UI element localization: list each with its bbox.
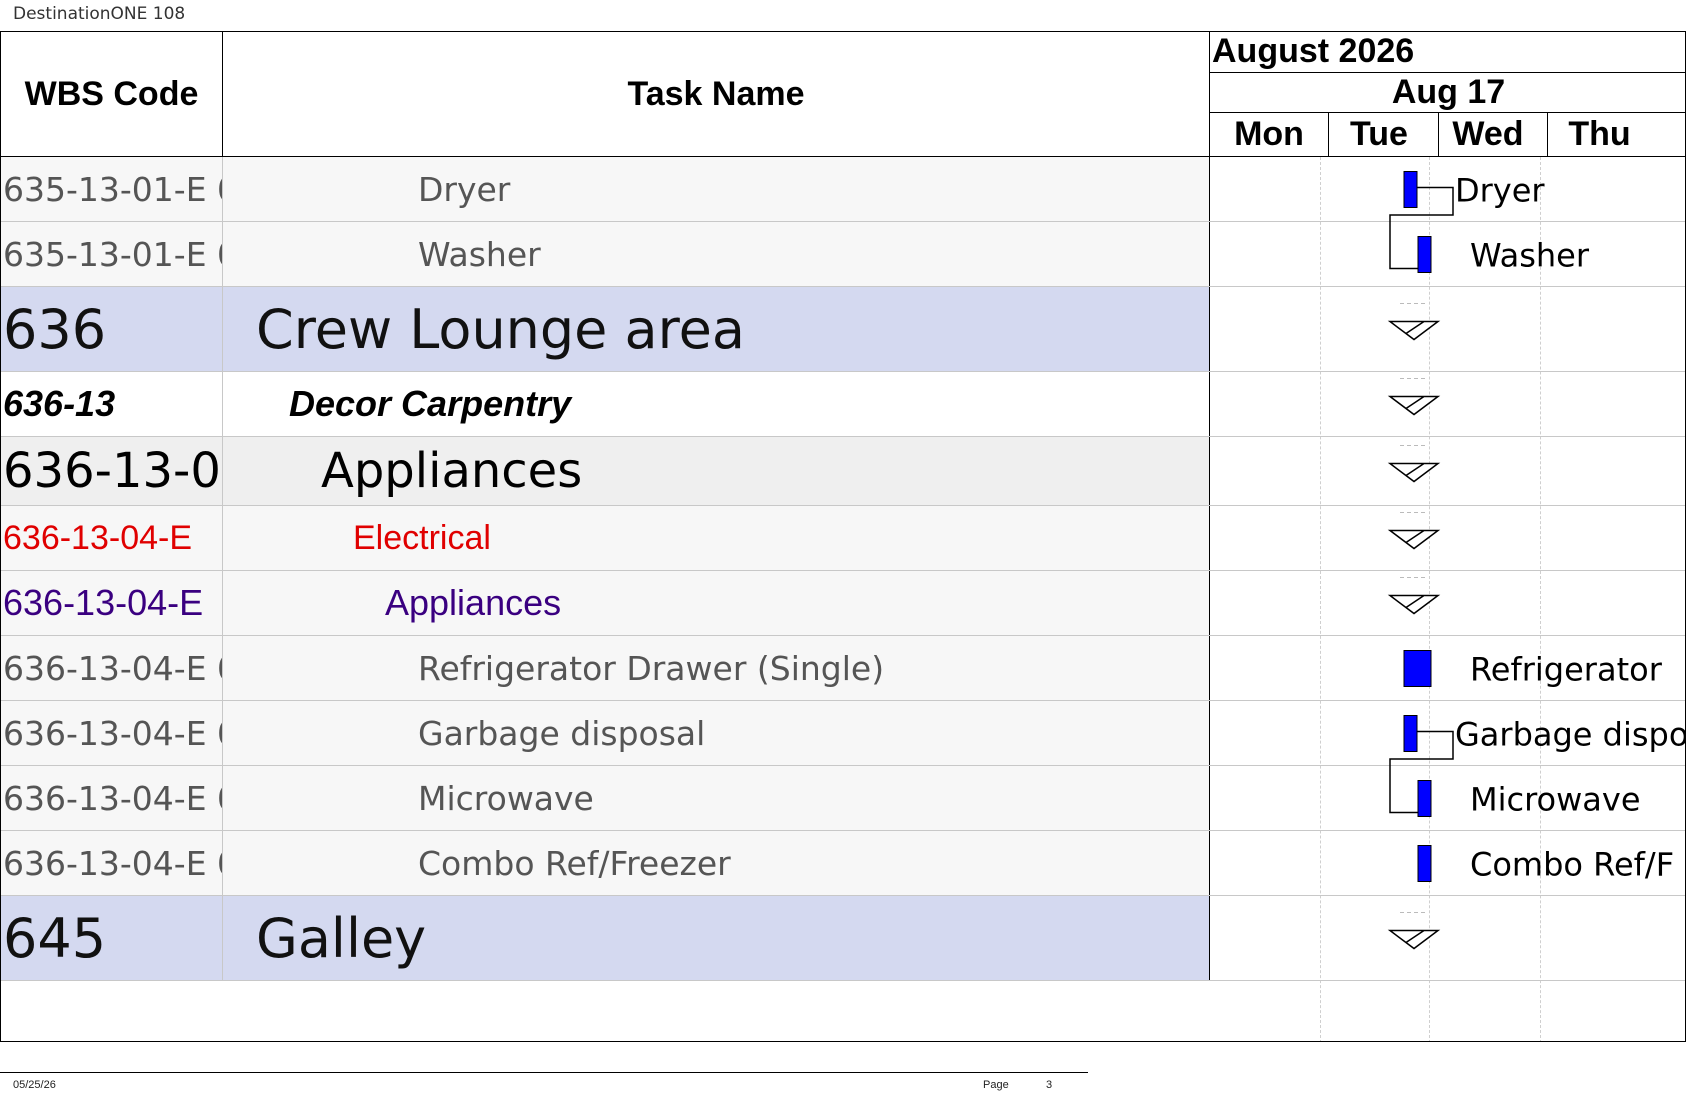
task-name-cell[interactable]: Microwave	[223, 766, 1210, 830]
timescale-month: August 2026	[1210, 32, 1685, 73]
table-row[interactable]: 645 Galley	[1, 896, 1210, 981]
task-bar[interactable]	[1417, 845, 1432, 882]
table-row[interactable]: 636-13-04Appliances	[1, 437, 1210, 506]
task-name-cell[interactable]: Dryer	[223, 157, 1210, 221]
wbs-code-cell[interactable]: 636-13-04-E 01	[1, 636, 223, 700]
task-bar[interactable]	[1403, 171, 1418, 208]
footer-date: 05/25/26	[13, 1079, 56, 1091]
task-bar[interactable]	[1417, 780, 1432, 817]
wbs-code-cell[interactable]: 636-13-04-E	[1, 506, 223, 570]
wbs-code-cell[interactable]: 636-13-04-E 01	[1, 701, 223, 765]
wbs-code-cell[interactable]: 636-13	[1, 372, 223, 436]
summary-task-marker[interactable]	[1387, 594, 1441, 615]
summary-task-marker[interactable]	[1387, 929, 1441, 950]
task-name-header[interactable]: Task Name	[223, 32, 1210, 156]
wbs-code-cell[interactable]: 636-13-04-E	[1, 571, 223, 635]
wbs-code-cell[interactable]: 636	[1, 287, 223, 371]
task-bar-label: Microwave	[1470, 781, 1641, 819]
table-row[interactable]: 636-13-04-E Electrical	[1, 506, 1210, 571]
task-bar-label: Dryer	[1455, 172, 1545, 210]
wbs-code-cell[interactable]: 636-13-04-E 01	[1, 766, 223, 830]
table-row[interactable]: 636-13 Decor Carpentry	[1, 372, 1210, 437]
day-header-thu: Thu	[1568, 115, 1631, 153]
day-header-mon: Mon	[1210, 113, 1329, 156]
footer-page-number: 3	[1046, 1079, 1053, 1091]
task-name-cell[interactable]: Electrical	[223, 506, 1210, 570]
task-name-cell[interactable]: Combo Ref/Freezer	[223, 831, 1210, 895]
task-bar[interactable]	[1403, 715, 1418, 752]
table-row[interactable]: 635-13-01-E 01Dryer	[1, 157, 1210, 222]
table-row[interactable]: 636-13-04-E 01Combo Ref/Freezer	[1, 831, 1210, 896]
gantt-body: Dryer Washer Refrigerator Garbage dispo Micr…	[1210, 157, 1686, 1041]
day-header-tue: Tue	[1320, 113, 1439, 156]
task-bar-label: Combo Ref/F	[1470, 846, 1674, 884]
gantt-sheet: WBS Code Task Name 635-13-01-E 01Dryer63…	[0, 31, 1686, 1042]
task-name-cell[interactable]: Washer	[223, 222, 1210, 286]
wbs-code-cell[interactable]: 636-13-04	[1, 437, 223, 505]
footer-rule	[0, 1072, 1088, 1073]
table-row[interactable]: 636 Crew Lounge area	[1, 287, 1210, 372]
task-name-cell[interactable]: Garbage disposal	[223, 701, 1210, 765]
task-name-cell[interactable]: Galley	[223, 896, 1210, 980]
table-row[interactable]: 635-13-01-E 01Washer	[1, 222, 1210, 287]
wbs-code-cell[interactable]: 645	[1, 896, 223, 980]
wbs-code-cell[interactable]: 635-13-01-E 01	[1, 222, 223, 286]
timescale-week: Aug 17	[1210, 73, 1685, 113]
table-row[interactable]: 636-13-04-E 01Refrigerator Drawer (Singl…	[1, 636, 1210, 701]
gantt-marks: Dryer Washer Refrigerator Garbage dispo Micr…	[1387, 171, 1686, 950]
summary-task-marker[interactable]	[1387, 462, 1441, 483]
summary-task-marker[interactable]	[1387, 395, 1441, 416]
day-header-wed: Wed	[1429, 113, 1548, 156]
table-header: WBS Code Task Name	[1, 32, 1210, 157]
task-name-cell[interactable]: Crew Lounge area	[223, 287, 1210, 371]
timescale-days: Mon Tue Wed Thu	[1210, 113, 1685, 157]
task-bar[interactable]	[1403, 650, 1432, 687]
footer-page-label: Page	[983, 1079, 1009, 1091]
task-name-cell[interactable]: Appliances	[223, 437, 1210, 505]
task-rows: 635-13-01-E 01Dryer635-13-01-E 01Washer6…	[1, 157, 1210, 981]
table-row[interactable]: 636-13-04-E Appliances	[1, 571, 1210, 636]
task-bar-label: Refrigerator	[1470, 651, 1663, 689]
task-name-cell[interactable]: Refrigerator Drawer (Single)	[223, 636, 1210, 700]
wbs-code-cell[interactable]: 636-13-04-E 01	[1, 831, 223, 895]
wbs-code-header[interactable]: WBS Code	[1, 32, 223, 156]
task-bar-label: Washer	[1470, 237, 1590, 275]
task-name-cell[interactable]: Decor Carpentry	[223, 372, 1210, 436]
table-row[interactable]: 636-13-04-E 01Garbage disposal	[1, 701, 1210, 766]
table-row[interactable]: 636-13-04-E 01Microwave	[1, 766, 1210, 831]
summary-task-marker[interactable]	[1387, 529, 1441, 550]
task-bar-label: Garbage dispo	[1455, 716, 1686, 754]
document-title: DestinationONE 108	[13, 4, 186, 24]
task-bar[interactable]	[1417, 236, 1432, 273]
task-name-cell[interactable]: Appliances	[223, 571, 1210, 635]
wbs-code-cell[interactable]: 635-13-01-E 01	[1, 157, 223, 221]
summary-task-marker[interactable]	[1387, 320, 1441, 341]
gantt-chart: August 2026 Aug 17 Mon Tue Wed Thu Dryer…	[1210, 32, 1686, 1041]
